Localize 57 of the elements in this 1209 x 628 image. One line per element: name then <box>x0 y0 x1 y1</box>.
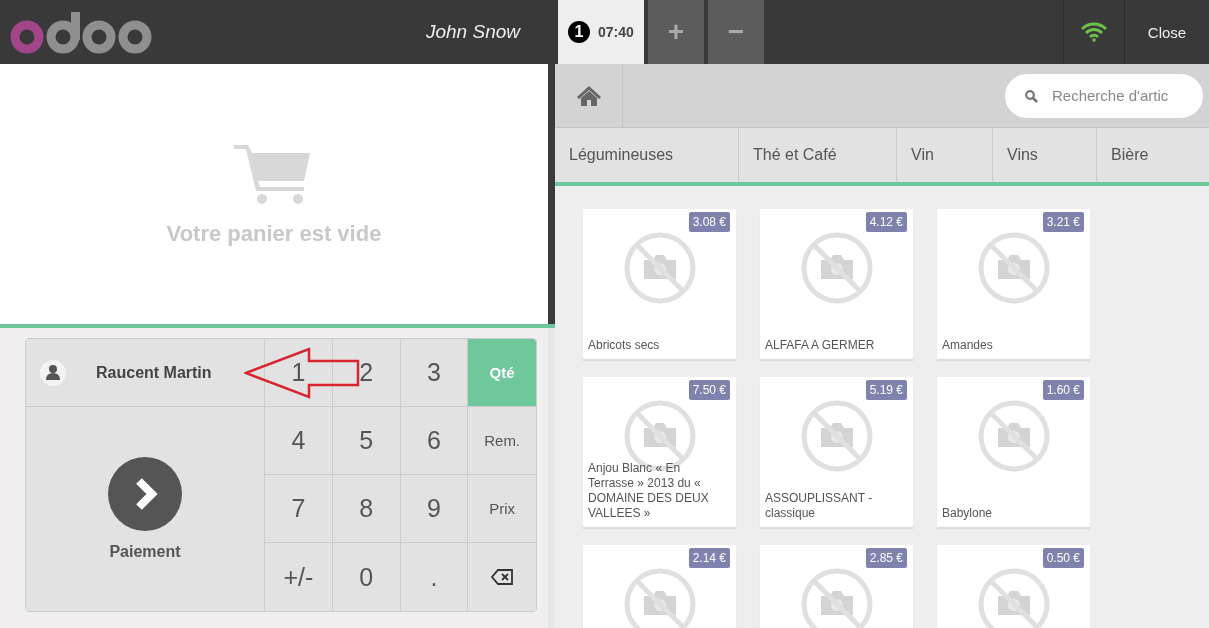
numpad-key[interactable]: 1 <box>265 339 333 407</box>
no-image-icon <box>800 231 874 305</box>
numpad-key[interactable]: 6 <box>400 407 469 475</box>
product-card[interactable]: 2.14 € <box>583 545 736 628</box>
price-tag: 2.85 € <box>865 548 907 568</box>
product-card[interactable]: 5.19 € ASSOUPLISSANT - classique <box>760 377 913 527</box>
product-name: Babylone <box>942 506 994 521</box>
order-time: 07:40 <box>598 24 634 40</box>
product-card[interactable]: 4.12 € ALFAFA A GERMER <box>760 209 913 359</box>
numpad-key[interactable]: 5 <box>332 407 401 475</box>
product-name: ALFAFA A GERMER <box>765 338 876 353</box>
product-name: ASSOUPLISSANT - classique <box>765 491 874 521</box>
product-card[interactable]: 2.85 € <box>760 545 913 628</box>
order-tab[interactable]: 1 07:40 <box>558 0 644 64</box>
numpad-key[interactable]: 7 <box>265 475 333 543</box>
price-tag: 7.50 € <box>688 380 730 400</box>
numpad-key[interactable]: 9 <box>400 475 469 543</box>
no-image-icon <box>623 567 697 628</box>
price-tag: 1.60 € <box>1042 380 1084 400</box>
numpad-key[interactable]: 2 <box>332 339 401 407</box>
product-name: Anjou Blanc « En Terrasse » 2013 du « DOMAINE DES DEUX VALLEES » <box>588 461 710 521</box>
no-image-icon <box>977 231 1051 305</box>
remove-order-button[interactable]: − <box>707 0 764 64</box>
customer-button[interactable]: Raucent Martin <box>26 339 264 407</box>
backspace-icon <box>491 569 514 585</box>
home-icon <box>575 84 602 107</box>
price-tag: 3.21 € <box>1042 212 1084 232</box>
product-card[interactable]: 1.60 € Babylone <box>937 377 1090 527</box>
close-button[interactable]: Close <box>1125 0 1209 64</box>
scrollbar[interactable] <box>548 64 555 324</box>
product-name: Amandes <box>942 338 994 353</box>
no-image-icon <box>623 399 697 473</box>
numpad-key[interactable]: 8 <box>332 475 401 543</box>
numpad-key[interactable]: 4 <box>265 407 333 475</box>
numpad-key[interactable]: 3 <box>400 339 469 407</box>
search-field[interactable]: Recherche d'artic <box>1005 73 1203 118</box>
no-image-icon <box>977 399 1051 473</box>
add-order-button[interactable]: + <box>647 0 704 64</box>
chevron-right-icon <box>108 457 182 531</box>
price-tag: 5.19 € <box>865 380 907 400</box>
order-number-badge: 1 <box>568 21 590 43</box>
price-tag: 3.08 € <box>688 212 730 232</box>
no-image-icon <box>623 231 697 305</box>
price-tag: 0.50 € <box>1042 548 1084 568</box>
no-image-icon <box>800 399 874 473</box>
price-tag: 2.14 € <box>688 548 730 568</box>
no-image-icon <box>800 567 874 628</box>
product-card[interactable]: 7.50 € Anjou Blanc « En Terrasse » 2013 du « DOMAINE DES DEUX VALLEES » <box>583 377 736 527</box>
wifi-icon <box>1081 22 1107 42</box>
product-card[interactable]: 0.50 € <box>937 545 1090 628</box>
product-name: Abricots secs <box>588 338 661 353</box>
person-icon <box>40 359 66 386</box>
no-image-icon <box>977 567 1051 628</box>
price-tag: 4.12 € <box>865 212 907 232</box>
product-card[interactable]: 3.21 € Amandes <box>937 209 1090 359</box>
product-card[interactable]: 3.08 € Abricots secs <box>583 209 736 359</box>
user-name: John Snow <box>426 21 520 43</box>
